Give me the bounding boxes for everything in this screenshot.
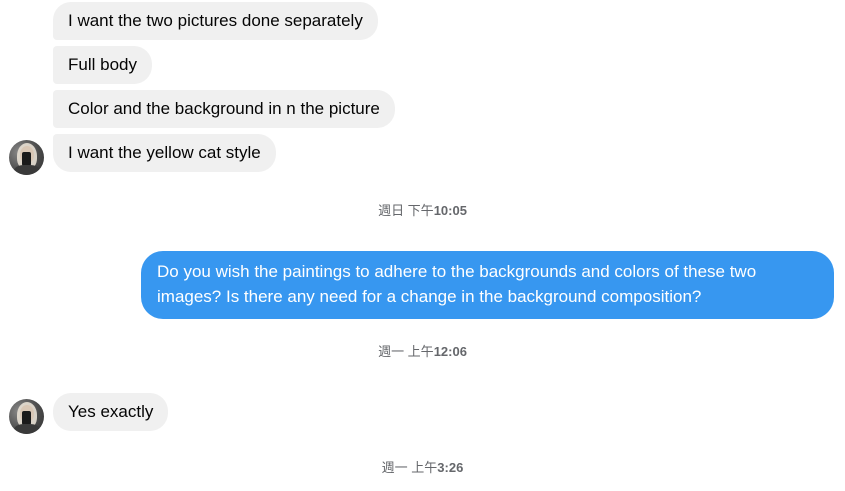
incoming-message[interactable]: I want the yellow cat style: [53, 134, 276, 172]
timestamp-day: 週一 上午: [378, 344, 434, 359]
incoming-message[interactable]: Yes exactly: [53, 393, 169, 431]
incoming-message[interactable]: Color and the background in n the pictur…: [53, 90, 395, 128]
avatar-phone: [22, 152, 31, 166]
timestamp-day: 週一 上午: [381, 460, 438, 475]
contact-avatar[interactable]: [9, 399, 44, 434]
avatar-body: [14, 424, 40, 434]
timestamp-time: 3:26: [437, 460, 464, 475]
incoming-message[interactable]: Full body: [53, 46, 152, 84]
incoming-message[interactable]: I want the two pictures done separately: [53, 2, 378, 40]
contact-avatar[interactable]: [9, 140, 44, 175]
message-timestamp: 週日 下午10:05: [0, 203, 845, 219]
timestamp-day: 週日 下午: [378, 203, 434, 218]
message-timestamp: 週一 上午12:06: [0, 344, 845, 360]
avatar-body: [14, 165, 40, 175]
avatar-phone: [22, 411, 31, 425]
timestamp-time: 10:05: [433, 203, 467, 218]
outgoing-message[interactable]: Do you wish the paintings to adhere to t…: [141, 251, 834, 319]
timestamp-time: 12:06: [433, 344, 467, 359]
message-timestamp: 週一 上午3:26: [0, 460, 845, 476]
